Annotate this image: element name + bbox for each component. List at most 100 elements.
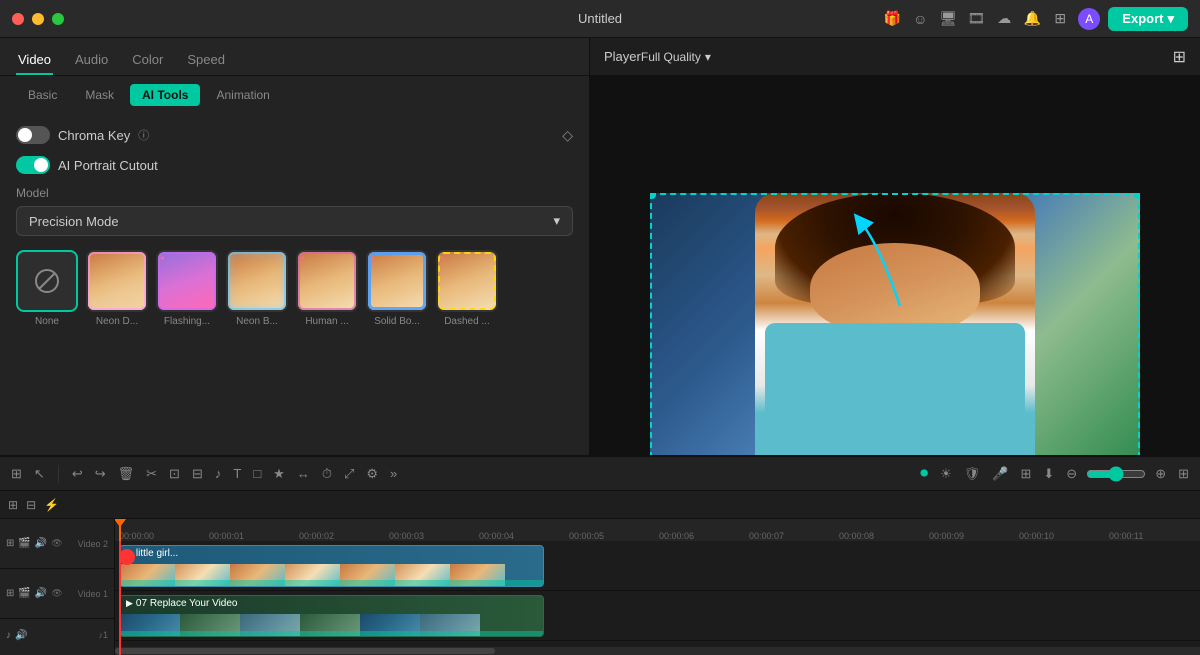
delete-icon[interactable]: 🗑	[115, 463, 138, 485]
playhead-triangle	[115, 519, 126, 527]
subtab-basic[interactable]: Basic	[16, 84, 69, 106]
audio-icon[interactable]: ♪	[212, 463, 225, 484]
effect-flashing[interactable]: ♥ Flashing...	[156, 250, 218, 327]
import-icon[interactable]: ⬇	[1040, 463, 1057, 485]
diamond-icon[interactable]: ◇	[562, 127, 573, 144]
shape-icon[interactable]: □	[250, 463, 264, 484]
effect-thumb-neond[interactable]: ♥	[86, 250, 148, 312]
player-header: Player Full Quality ▾ ⊞	[590, 38, 1200, 76]
scrollbar-thumb[interactable]	[115, 648, 495, 654]
model-select[interactable]: Precision Mode ▾	[16, 206, 573, 236]
ruler-mark-6: 00:00:06	[659, 531, 749, 541]
tab-audio[interactable]: Audio	[73, 46, 110, 75]
split-icon[interactable]: ⊟	[189, 463, 206, 485]
effect-thumb-none[interactable]	[16, 250, 78, 312]
cloud-icon[interactable]: ☁	[994, 9, 1014, 29]
video2-name: Video 2	[78, 539, 108, 549]
fullscreen-button[interactable]	[52, 13, 64, 25]
more-icon[interactable]: »	[387, 463, 400, 484]
track-rows: ▶ little girl...	[115, 541, 1200, 655]
track-type-icon[interactable]: ⊟	[26, 498, 36, 512]
magnet-icon[interactable]: ⚡	[44, 498, 59, 512]
effect-thumb-dashed[interactable]: ♥	[436, 250, 498, 312]
monitor-icon[interactable]: 🖥	[938, 9, 958, 29]
audio1-volume-icon[interactable]: 🔊	[15, 630, 27, 641]
effect-thumb-flashing[interactable]: ♥	[156, 250, 218, 312]
zoom-slider[interactable]	[1086, 466, 1146, 482]
gift-icon[interactable]: 🎁	[882, 9, 902, 29]
subtab-mask[interactable]: Mask	[73, 84, 126, 106]
effect-human[interactable]: ♥ Human ...	[296, 250, 358, 327]
shield-icon[interactable]: 🛡	[961, 463, 984, 485]
effect-solid-bo[interactable]: ♥ Solid Bo...	[366, 250, 428, 327]
crop-icon[interactable]: ⊡	[166, 463, 183, 485]
smiley-icon[interactable]: ☺	[910, 9, 930, 29]
ruler-mark-1: 00:00:01	[209, 531, 299, 541]
video2-clip[interactable]: ▶ little girl...	[119, 545, 544, 587]
minimize-button[interactable]	[32, 13, 44, 25]
copy-icon[interactable]: ⊞	[1017, 463, 1034, 485]
record-icon[interactable]: ⏺	[917, 462, 931, 486]
video2-film-icon: 🎬	[18, 538, 30, 549]
adjust-icon[interactable]: ⚙	[363, 463, 381, 485]
video1-audio-wave	[120, 631, 543, 636]
undo-icon[interactable]: ↩	[69, 463, 86, 485]
grid-view-icon[interactable]: ⊞	[1175, 463, 1192, 485]
timer-icon[interactable]: ⏱	[319, 463, 335, 485]
video1-eye-icon[interactable]: 👁	[51, 588, 62, 599]
ai-portrait-row: AI Portrait Cutout	[16, 156, 573, 174]
redo-icon[interactable]: ↪	[92, 463, 109, 485]
sun-icon[interactable]: ☀	[937, 463, 955, 485]
effect-neon-d[interactable]: ♥ Neon D...	[86, 250, 148, 327]
video2-eye-icon[interactable]: 👁	[51, 538, 62, 549]
grid-icon[interactable]: ⊞	[1050, 9, 1070, 29]
tab-color[interactable]: Color	[130, 46, 165, 75]
effect-thumb-neonb[interactable]	[226, 250, 288, 312]
tab-speed[interactable]: Speed	[185, 46, 227, 75]
video2-volume-icon[interactable]: 🔊	[35, 538, 47, 549]
subtab-aitools[interactable]: AI Tools	[130, 84, 200, 106]
ruler-playhead	[119, 519, 121, 541]
track-video1: ▶ 07 Replace Your Video	[115, 591, 1200, 641]
video1-volume-icon[interactable]: 🔊	[35, 588, 47, 599]
add-track-icon[interactable]: ⊞	[8, 498, 18, 512]
zoom-out-icon[interactable]: ⊖	[1063, 463, 1080, 485]
timeline-scrollbar[interactable]	[115, 647, 1200, 655]
zoom-in-icon[interactable]: ⊕	[1152, 463, 1169, 485]
resize-icon[interactable]: ⤢	[341, 463, 357, 485]
timeline-toolbar: ⊞ ↖ ↩ ↪ 🗑 ✂ ⊡ ⊟ ♪ T □ ★ ↔ ⏱ ⤢ ⚙ » ⏺ ☀ 🛡 …	[0, 457, 1200, 491]
timeline-ruler: 00:00:00 00:00:01 00:00:02 00:00:03 00:0…	[115, 519, 1200, 541]
chroma-key-toggle[interactable]	[16, 126, 50, 144]
transition-icon[interactable]: ↔	[294, 463, 313, 484]
text-icon[interactable]: T	[230, 463, 244, 484]
close-button[interactable]	[12, 13, 24, 25]
ruler-mark-4: 00:00:04	[479, 531, 569, 541]
film-icon[interactable]: 🎞	[966, 9, 986, 29]
effect-thumb-human[interactable]: ♥	[296, 250, 358, 312]
cursor-icon[interactable]: ↖	[31, 463, 48, 485]
layout-icon[interactable]: ⊞	[8, 463, 25, 485]
play-icon: ▶	[126, 598, 133, 609]
ruler-mark-7: 00:00:07	[749, 531, 839, 541]
cut-icon[interactable]: ✂	[143, 463, 160, 485]
effect-thumb-solidbo[interactable]: ♥	[366, 250, 428, 312]
chroma-key-label: Chroma Key	[58, 128, 130, 143]
subtab-animation[interactable]: Animation	[204, 84, 281, 106]
export-button[interactable]: Export ▾	[1108, 7, 1188, 31]
grid-view-icon[interactable]: ⊞	[1173, 47, 1186, 67]
mic-icon[interactable]: 🎤	[989, 463, 1011, 485]
titlebar: Untitled 🎁 ☺ 🖥 🎞 ☁ 🔔 ⊞ A Export ▾	[0, 0, 1200, 38]
sub-tabs: Basic Mask AI Tools Animation	[0, 76, 589, 114]
avatar-icon[interactable]: A	[1078, 8, 1100, 30]
track-label-audio1: ♪ 🔊 ♪1	[0, 619, 114, 651]
effect-dashed[interactable]: ♥ Dashed ...	[436, 250, 498, 327]
info-icon[interactable]: ⓘ	[138, 127, 149, 143]
quality-select[interactable]: Full Quality ▾	[641, 50, 711, 64]
effect-neon-b[interactable]: Neon B...	[226, 250, 288, 327]
effect-icon[interactable]: ★	[270, 463, 288, 485]
video1-clip[interactable]: ▶ 07 Replace Your Video	[119, 595, 544, 637]
tab-video[interactable]: Video	[16, 46, 53, 75]
ai-portrait-toggle[interactable]	[16, 156, 50, 174]
effect-none[interactable]: None	[16, 250, 78, 327]
bell-icon[interactable]: 🔔	[1022, 9, 1042, 29]
